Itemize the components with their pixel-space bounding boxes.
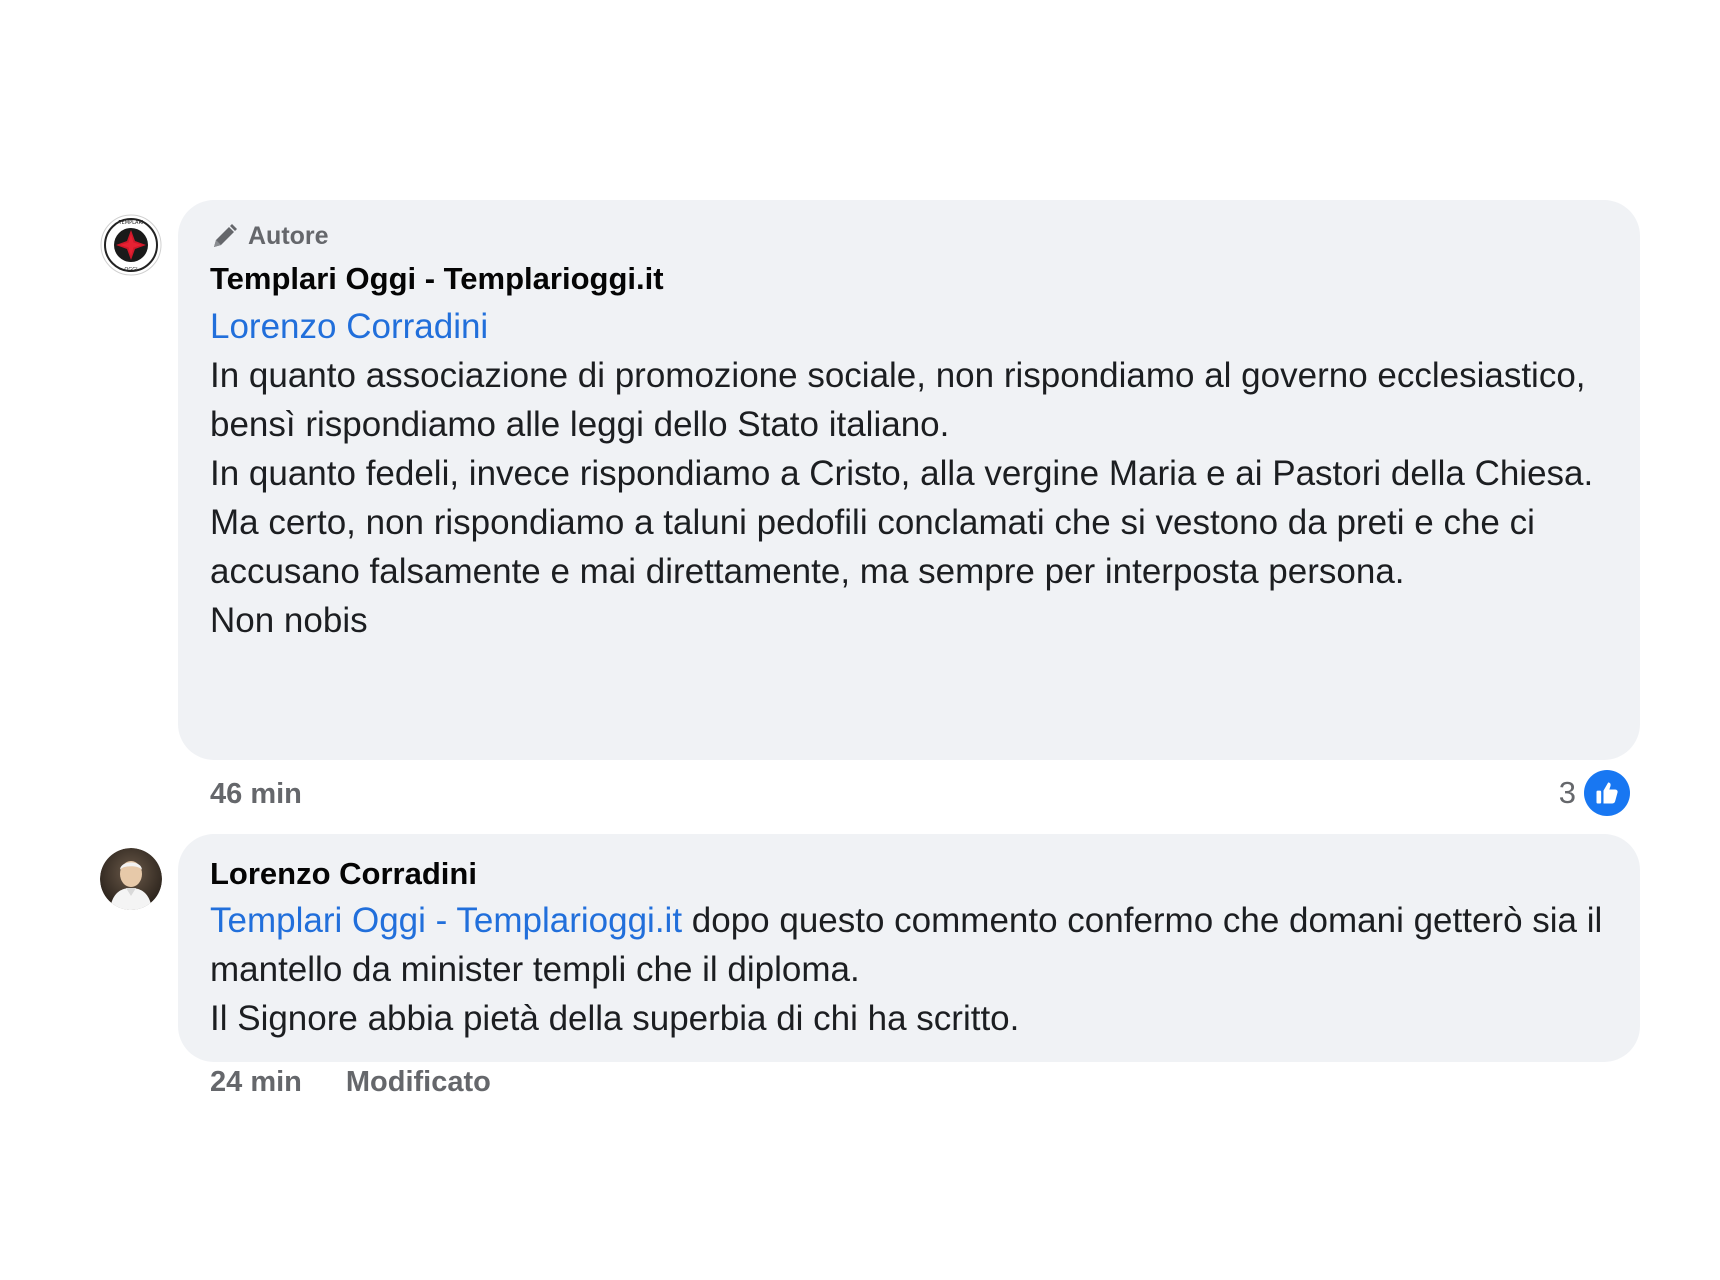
- comment-meta: 46 min: [210, 778, 302, 811]
- reaction-count: 3: [1558, 775, 1576, 810]
- mention-link[interactable]: Templari Oggi - Templarioggi.it: [210, 901, 682, 940]
- reaction-summary[interactable]: 3: [1559, 770, 1630, 816]
- comment-bubble: Autore Templari Oggi - Templarioggi.it L…: [178, 200, 1640, 760]
- edited-label[interactable]: Modificato: [346, 1066, 491, 1099]
- comment-paragraph: Non nobis: [210, 601, 368, 640]
- comment-timestamp[interactable]: 46 min: [210, 778, 302, 811]
- comment-paragraph: Templari Oggi - Templarioggi.it dopo que…: [210, 896, 1608, 994]
- like-icon: [1584, 770, 1630, 816]
- comment-paragraph: Ma certo, non rispondiamo a taluni pedof…: [210, 503, 1535, 591]
- mention-link[interactable]: Lorenzo Corradini: [210, 302, 1608, 351]
- author-badge-label: Autore: [248, 221, 329, 250]
- comment-paragraph: Il Signore abbia pietà della superbia di…: [210, 999, 1020, 1038]
- comment-author-name[interactable]: Templari Oggi - Templarioggi.it: [210, 256, 1608, 302]
- comment-timestamp[interactable]: 24 min: [210, 1066, 302, 1099]
- comment-text: Lorenzo Corradini In quanto associazione…: [210, 302, 1608, 645]
- templari-oggi-logo-icon[interactable]: TEMPLARI OGGI: [100, 214, 162, 276]
- user-photo-icon[interactable]: [100, 848, 162, 910]
- comment-meta: 24 min Modificato: [210, 1066, 491, 1099]
- comment-paragraph: In quanto fedeli, invece rispondiamo a C…: [210, 454, 1594, 493]
- comment-paragraph: In quanto associazione di promozione soc…: [210, 356, 1586, 444]
- comment-bubble: Lorenzo Corradini Templari Oggi - Templa…: [178, 834, 1640, 1062]
- author-badge: Autore: [210, 218, 1608, 254]
- svg-text:OGGI: OGGI: [124, 267, 137, 273]
- svg-text:TEMPLARI: TEMPLARI: [118, 220, 144, 226]
- comment-text: Templari Oggi - Templarioggi.it dopo que…: [210, 896, 1608, 1043]
- pen-icon: [210, 221, 240, 251]
- comment-author-name[interactable]: Lorenzo Corradini: [210, 852, 1608, 896]
